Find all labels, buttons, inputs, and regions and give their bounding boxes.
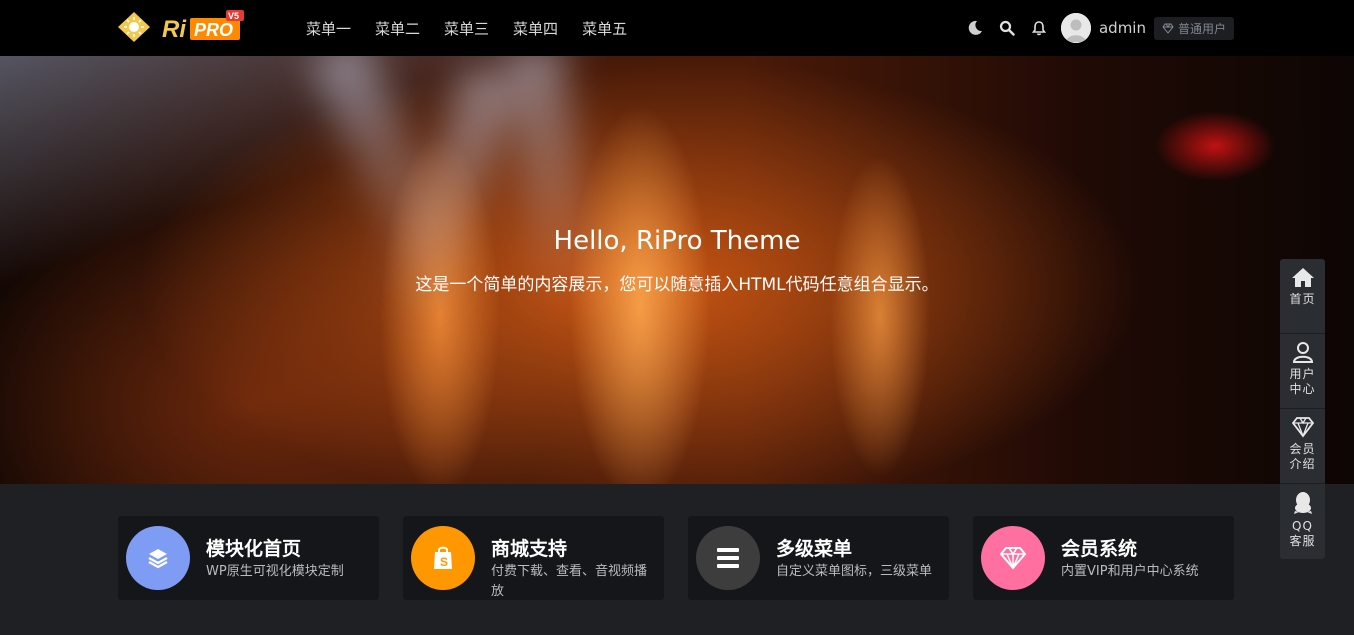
list-icon — [696, 526, 760, 590]
feature-desc: 自定义菜单图标，三级菜单 — [776, 564, 933, 579]
hero-banner: Hello, RiPro Theme 这是一个简单的内容展示，您可以随意插入HT… — [0, 56, 1354, 484]
feature-title: 模块化首页 — [206, 538, 302, 560]
svg-text:S: S — [440, 555, 448, 569]
site-logo[interactable]: Ri PRO V5 — [116, 8, 246, 46]
top-header: Ri PRO V5 菜单一 菜单二 菜单三 菜单四 菜单五 admin 普通用户 — [0, 0, 1354, 56]
home-icon — [1291, 268, 1314, 287]
feature-card-modular-home[interactable]: 模块化首页 WP原生可视化模块定制 — [118, 516, 379, 600]
svg-text:PRO: PRO — [194, 20, 233, 40]
diamond-icon — [1162, 23, 1174, 34]
user-level-badge[interactable]: 普通用户 — [1153, 16, 1234, 40]
moon-icon[interactable] — [965, 18, 985, 38]
nav-item-1[interactable]: 菜单一 — [306, 18, 351, 39]
diamond-icon — [1291, 417, 1314, 438]
avatar[interactable] — [1060, 13, 1091, 43]
feature-desc: 内置VIP和用户中心系统 — [1061, 564, 1199, 579]
svg-text:V5: V5 — [228, 11, 239, 21]
feature-card-shop[interactable]: S 商城支持 付费下载、查看、音视频播放 — [403, 516, 664, 600]
nav-item-4[interactable]: 菜单四 — [513, 18, 558, 39]
nav-item-3[interactable]: 菜单三 — [444, 18, 489, 39]
nav-item-2[interactable]: 菜单二 — [375, 18, 420, 39]
hero-subtitle: 这是一个简单的内容展示，您可以随意插入HTML代码任意组合显示。 — [415, 275, 939, 295]
sidebar-label: 首页 — [1289, 292, 1316, 306]
feature-title: 商城支持 — [491, 538, 568, 560]
shopify-bag-icon: S — [411, 526, 475, 590]
nav-item-5[interactable]: 菜单五 — [582, 18, 627, 39]
bell-icon[interactable] — [1029, 18, 1049, 38]
svg-text:Ri: Ri — [162, 16, 187, 43]
layers-icon — [126, 526, 190, 590]
hero-title: Hello, RiPro Theme — [553, 226, 801, 256]
floating-sidebar: 首页 用户中心 会员介绍 QQ客服 — [1280, 259, 1325, 559]
feature-desc: 付费下载、查看、音视频播放 — [491, 564, 648, 599]
feature-cards: 模块化首页 WP原生可视化模块定制 S 商城支持 付费下载、查看、音视频播放 多… — [118, 516, 1234, 600]
main-nav: 菜单一 菜单二 菜单三 菜单四 菜单五 — [306, 0, 651, 56]
qq-icon — [1293, 492, 1312, 514]
diamond-icon — [981, 526, 1045, 590]
sidebar-label: QQ客服 — [1289, 519, 1316, 548]
header-actions: admin 普通用户 — [965, 0, 1234, 56]
sidebar-label: 会员介绍 — [1289, 442, 1316, 471]
user-icon — [1292, 342, 1313, 363]
feature-title: 多级菜单 — [776, 538, 853, 560]
username[interactable]: admin — [1099, 19, 1146, 37]
sidebar-item-user-center[interactable]: 用户中心 — [1280, 334, 1325, 409]
sidebar-label: 用户中心 — [1289, 367, 1316, 396]
feature-title: 会员系统 — [1061, 538, 1138, 560]
sidebar-item-home[interactable]: 首页 — [1280, 259, 1325, 334]
sidebar-item-qq-service[interactable]: QQ客服 — [1280, 484, 1325, 559]
feature-desc: WP原生可视化模块定制 — [206, 564, 344, 579]
user-level-label: 普通用户 — [1177, 21, 1226, 36]
feature-card-multilevel-menu[interactable]: 多级菜单 自定义菜单图标，三级菜单 — [688, 516, 949, 600]
feature-card-membership[interactable]: 会员系统 内置VIP和用户中心系统 — [973, 516, 1234, 600]
search-icon[interactable] — [997, 18, 1017, 38]
sidebar-item-membership[interactable]: 会员介绍 — [1280, 409, 1325, 484]
